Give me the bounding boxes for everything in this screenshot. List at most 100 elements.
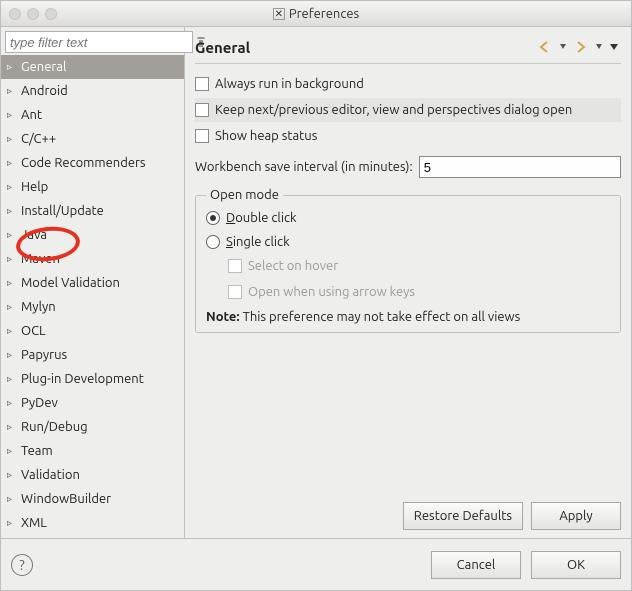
cancel-button[interactable]: Cancel: [431, 551, 521, 579]
tree-item-model-validation[interactable]: ▹Model Validation: [1, 271, 184, 295]
check-label: Select on hover: [248, 259, 338, 273]
tree-expand-icon[interactable]: ▹: [7, 85, 17, 97]
check-label: Open when using arrow keys: [248, 285, 415, 299]
forward-menu-icon[interactable]: [593, 43, 605, 51]
radio-double-click[interactable]: Double click: [206, 206, 610, 230]
tree-item-label: Run/Debug: [21, 420, 88, 434]
check-keep-editor[interactable]: Keep next/previous editor, view and pers…: [195, 98, 621, 122]
check-label: Always run in background: [215, 77, 364, 91]
check-show-heap[interactable]: Show heap status: [195, 124, 621, 148]
tree-item-team[interactable]: ▹ Team: [1, 439, 184, 463]
tree-item-label: Papyrus: [21, 348, 67, 362]
checkbox-icon: [195, 77, 209, 91]
tree-item-label: Android: [21, 84, 68, 98]
tree-item-label: General: [21, 60, 66, 74]
radio-label: Single click: [226, 235, 290, 249]
view-menu-icon[interactable]: [607, 43, 621, 51]
checkbox-icon: [195, 129, 209, 143]
tree-item-general[interactable]: ▹ General: [1, 55, 184, 79]
tree-item-label: PyDev: [21, 396, 58, 410]
forward-button[interactable]: [571, 40, 591, 54]
window-title: Preferences: [289, 7, 359, 21]
tree-item-label: Java: [21, 228, 47, 242]
tree-item-label: Plug-in Development: [21, 372, 144, 386]
tree-item-label: Team: [21, 444, 53, 458]
page-title: General: [195, 39, 535, 56]
window-max-icon[interactable]: [45, 8, 57, 20]
back-button[interactable]: [535, 40, 555, 54]
tree-item-ocl[interactable]: ▹ OCL: [1, 319, 184, 343]
tree-expand-icon[interactable]: ▹: [7, 109, 17, 121]
open-mode-legend: Open mode: [206, 188, 283, 202]
preferences-tree[interactable]: ▹ General ▹ Android ▹ Ant ▹ C/C++ ▹ Code Reco…: [1, 55, 184, 538]
tree-expand-icon[interactable]: ▹: [7, 157, 17, 169]
check-label: Keep next/previous editor, view and pers…: [215, 103, 572, 117]
tree-item-java[interactable]: ▹ Java: [1, 223, 184, 247]
check-run-background[interactable]: Always run in background: [195, 72, 621, 96]
tree-item-xml[interactable]: ▹ XML: [1, 511, 184, 535]
tree-item-label: Install/Update: [21, 204, 104, 218]
tree-item-code-recommenders[interactable]: ▹ Code Recommenders: [1, 151, 184, 175]
tree-expand-icon[interactable]: ▹: [7, 61, 17, 73]
tree-item-ccpp[interactable]: ▹ C/C++: [1, 127, 184, 151]
save-interval-label: Workbench save interval (in minutes):: [195, 160, 413, 174]
tree-expand-icon[interactable]: ▹: [7, 301, 17, 313]
filter-input[interactable]: [5, 31, 193, 53]
tree-item-label: Code Recommenders: [21, 156, 146, 170]
checkbox-icon: [228, 259, 242, 273]
ok-button[interactable]: OK: [531, 551, 621, 579]
window-min-icon[interactable]: [27, 8, 39, 20]
check-open-arrow-keys: Open when using arrow keys: [228, 280, 610, 304]
tree-expand-icon[interactable]: ▹: [7, 349, 17, 361]
content-panel: General Always run in background Keep ne…: [185, 27, 631, 538]
window-close-icon[interactable]: [9, 8, 21, 20]
help-icon[interactable]: ?: [11, 554, 33, 576]
tree-item-maven[interactable]: ▹ Maven: [1, 247, 184, 271]
tree-item-windowbuilder[interactable]: ▹ WindowBuilder: [1, 487, 184, 511]
radio-label: Double click: [226, 211, 297, 225]
tree-item-run-debug[interactable]: ▹ Run/Debug: [1, 415, 184, 439]
sidebar: ▹ General ▹ Android ▹ Ant ▹ C/C++ ▹ Code Reco…: [1, 27, 185, 538]
radio-single-click[interactable]: Single click: [206, 230, 610, 254]
restore-defaults-button[interactable]: Restore Defaults: [403, 502, 523, 530]
tree-item-mylyn[interactable]: ▹ Mylyn: [1, 295, 184, 319]
tree-item-label: WindowBuilder: [21, 492, 111, 506]
app-icon: ✕: [273, 8, 285, 20]
tree-expand-icon[interactable]: ▹: [7, 181, 17, 193]
checkbox-icon: [228, 285, 242, 299]
tree-expand-icon[interactable]: ▹: [7, 325, 17, 337]
tree-item-label: Mylyn: [21, 300, 56, 314]
tree-expand-icon[interactable]: ▹: [7, 397, 17, 409]
tree-item-label: C/C++: [21, 132, 56, 146]
tree-item-label: XML: [21, 516, 47, 530]
checkbox-icon: [195, 103, 209, 117]
tree-expand-icon[interactable]: ▹: [7, 277, 17, 289]
tree-item-papyrus[interactable]: ▹ Papyrus: [1, 343, 184, 367]
tree-expand-icon[interactable]: ▹: [7, 133, 17, 145]
tree-item-label: Ant: [21, 108, 42, 122]
tree-expand-icon[interactable]: ▹: [7, 229, 17, 241]
tree-expand-icon[interactable]: ▹: [7, 517, 17, 529]
tree-expand-icon[interactable]: ▹: [7, 253, 17, 265]
back-menu-icon[interactable]: [557, 43, 569, 51]
separator: [195, 63, 621, 64]
tree-expand-icon[interactable]: ▹: [7, 445, 17, 457]
tree-item-android[interactable]: ▹ Android: [1, 79, 184, 103]
tree-expand-icon[interactable]: ▹: [7, 373, 17, 385]
tree-item-help[interactable]: ▹Help: [1, 175, 184, 199]
apply-button[interactable]: Apply: [531, 502, 621, 530]
tree-item-label: Maven: [21, 252, 60, 266]
tree-item-validation[interactable]: ▹Validation: [1, 463, 184, 487]
titlebar: ✕ Preferences: [1, 1, 631, 27]
tree-item-plugin-dev[interactable]: ▹ Plug-in Development: [1, 367, 184, 391]
open-mode-group: Open mode Double click Single click Sele…: [195, 188, 621, 333]
save-interval-input[interactable]: [419, 156, 621, 178]
tree-expand-icon[interactable]: ▹: [7, 493, 17, 505]
tree-item-install-update[interactable]: ▹ Install/Update: [1, 199, 184, 223]
tree-expand-icon[interactable]: ▹: [7, 205, 17, 217]
tree-item-pydev[interactable]: ▹ PyDev: [1, 391, 184, 415]
tree-expand-icon[interactable]: ▹: [7, 469, 17, 481]
tree-item-label: OCL: [21, 324, 46, 338]
tree-item-ant[interactable]: ▹ Ant: [1, 103, 184, 127]
tree-expand-icon[interactable]: ▹: [7, 421, 17, 433]
